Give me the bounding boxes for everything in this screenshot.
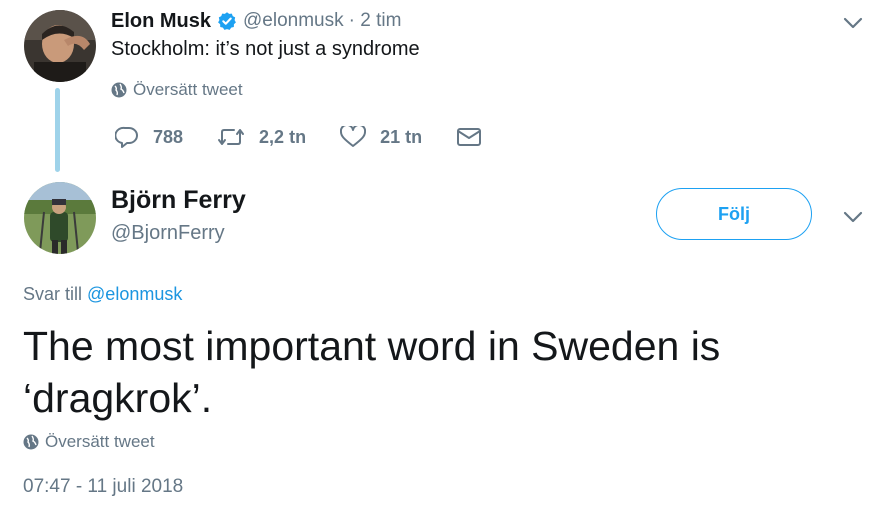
like-count: 21 tn [380,126,423,147]
reply-to-prefix: Svar till [23,284,83,304]
chevron-down-icon[interactable] [842,210,864,224]
chevron-down-icon[interactable] [842,16,864,30]
globe-icon [111,82,127,98]
reply-button[interactable]: 788 [115,126,183,148]
elon-musk-avatar[interactable] [24,10,96,82]
tweet1-text: Stockholm: it’s not just a syndrome [111,38,420,60]
retweet-icon [218,129,245,145]
retweet-button[interactable]: 2,2 tn [217,126,306,148]
tweet2-text: The most important word in Sweden is ‘dr… [23,323,721,421]
tweet2-handle[interactable]: @BjornFerry [111,222,225,245]
tweet1-translate-label: Översätt tweet [133,80,243,99]
tweet1-header: Elon Musk @elonmusk · 2 tim [111,8,401,34]
tweet1-handle[interactable]: @elonmusk [243,10,344,32]
tweet1-time[interactable]: · 2 tim [349,10,402,32]
tweet2-author-name[interactable]: Björn Ferry [111,186,246,215]
reply-to-mention-link[interactable]: @elonmusk [87,284,182,304]
verified-badge-icon [218,12,236,30]
follow-button[interactable]: Följ [656,188,812,240]
reply-icon [115,126,138,148]
thread-connector-line [55,88,60,172]
tweet1-author-name[interactable]: Elon Musk [111,10,211,33]
tweet2-translate-label: Översätt tweet [45,432,155,451]
globe-icon [23,434,39,450]
bjorn-ferry-avatar[interactable] [24,182,96,254]
tweet2-timestamp[interactable]: 07:47 - 11 juli 2018 [23,476,183,498]
like-button[interactable]: 21 tn [340,126,422,148]
retweet-count: 2,2 tn [259,126,307,147]
tweet1-translate-link[interactable]: Översätt tweet [111,80,243,100]
reply-to-line: Svar till @elonmusk [23,284,182,305]
tweet2-translate-link[interactable]: Översätt tweet [23,432,155,452]
direct-message-icon [457,128,482,146]
reply-count: 788 [153,126,184,147]
direct-message-button[interactable] [456,127,482,147]
tweet1-action-bar: 788 2,2 tn 21 tn [115,122,516,152]
like-icon [340,126,367,147]
